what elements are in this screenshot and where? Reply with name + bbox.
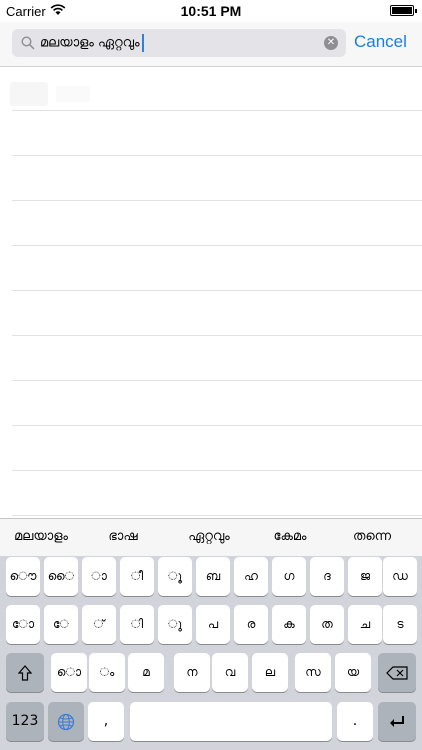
status-time: 10:51 PM [180, 3, 242, 19]
suggestion-item[interactable]: ഏറ്റവും [188, 529, 230, 544]
key[interactable]: ക [272, 605, 306, 644]
key[interactable]: ു [158, 605, 192, 644]
suggestion-bar: മലയാളം ഭാഷ ഏറ്റവും കേമം തന്നെ [0, 518, 422, 556]
key[interactable]: ഹ [234, 557, 268, 596]
battery-icon [390, 5, 417, 16]
key[interactable]: പ [196, 605, 230, 644]
cancel-button[interactable]: Cancel [354, 32, 407, 52]
key[interactable]: ാ [82, 557, 116, 596]
backspace-key[interactable] [378, 653, 416, 692]
backspace-icon [386, 665, 408, 680]
row-separator [12, 515, 422, 516]
placeholder-thumbnail [10, 82, 48, 106]
row-separator [12, 110, 422, 111]
suggestion-item[interactable]: മലയാളം [14, 529, 68, 544]
key[interactable]: ദ [310, 557, 344, 596]
key[interactable]: ോ [6, 605, 40, 644]
row-separator [12, 290, 422, 291]
key[interactable]: ഡ [383, 557, 417, 596]
shift-key[interactable] [6, 653, 44, 692]
clear-icon[interactable]: ✕ [324, 36, 338, 50]
key[interactable]: ി [120, 605, 154, 644]
key[interactable]: ൊ [51, 653, 87, 692]
suggestion-item[interactable]: തന്നെ [353, 529, 391, 544]
shift-icon [18, 664, 32, 681]
key[interactable]: ത [310, 605, 344, 644]
comma-key[interactable]: , [88, 702, 124, 741]
row-separator [12, 470, 422, 471]
row-separator [12, 245, 422, 246]
key[interactable]: വ [212, 653, 248, 692]
suggestion-item[interactable]: ഭാഷ [108, 529, 137, 544]
row-separator [12, 425, 422, 426]
numbers-key[interactable]: 123 [6, 702, 44, 741]
row-separator [12, 335, 422, 336]
key[interactable]: ച [348, 605, 382, 644]
row-separator [12, 200, 422, 201]
key[interactable]: ട [383, 605, 417, 644]
key[interactable]: േ [44, 605, 78, 644]
placeholder-text [56, 86, 90, 102]
key[interactable]: ം [89, 653, 125, 692]
key[interactable]: ബ [196, 557, 230, 596]
search-query: മലയാളം ഏറ്റവും [40, 34, 144, 52]
row-separator [12, 155, 422, 156]
search-bar: മലയാളം ഏറ്റവും ✕ Cancel [0, 22, 422, 67]
space-key[interactable] [130, 702, 332, 741]
key[interactable]: ൌ [6, 557, 40, 596]
text-cursor [141, 34, 144, 52]
key[interactable]: ഗ [272, 557, 306, 596]
period-key[interactable]: . [337, 702, 373, 741]
return-icon [390, 715, 404, 727]
globe-key[interactable] [48, 702, 84, 741]
key[interactable]: ് [82, 605, 116, 644]
search-icon [21, 36, 35, 50]
key[interactable]: യ [335, 653, 371, 692]
return-key[interactable] [378, 702, 416, 741]
key[interactable]: ീ [120, 557, 154, 596]
suggestion-item[interactable]: കേമം [274, 529, 307, 544]
status-bar: Carrier 10:51 PM [0, 0, 422, 22]
key[interactable]: ൈ [44, 557, 78, 596]
key[interactable]: സ [295, 653, 331, 692]
key[interactable]: ജ [348, 557, 382, 596]
key[interactable]: ല [252, 653, 288, 692]
key[interactable]: ൂ [158, 557, 192, 596]
globe-icon [57, 713, 75, 730]
key[interactable]: ന [174, 653, 210, 692]
row-separator [12, 380, 422, 381]
key[interactable]: മ [128, 653, 164, 692]
search-input[interactable]: മലയാളം ഏറ്റവും ✕ [12, 29, 346, 57]
key[interactable]: ര [234, 605, 268, 644]
